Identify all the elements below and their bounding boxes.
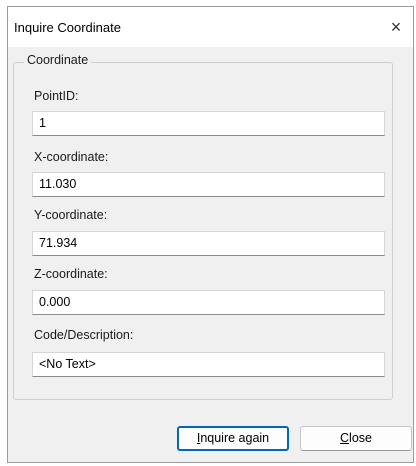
inquire-again-label: nquire again <box>200 431 270 445</box>
close-button[interactable]: Close <box>300 426 412 451</box>
code-description-label: Code/Description: <box>34 328 134 342</box>
y-coordinate-field[interactable]: 71.934 <box>32 231 385 256</box>
pointid-label: PointID: <box>34 89 79 103</box>
z-coordinate-label: Z-coordinate: <box>34 267 108 281</box>
window-title: Inquire Coordinate <box>14 20 121 35</box>
close-icon[interactable]: × <box>379 7 413 47</box>
x-coordinate-label: X-coordinate: <box>34 150 109 164</box>
inquire-again-button[interactable]: Inquire again <box>177 426 289 451</box>
x-coordinate-field[interactable]: 11.030 <box>32 172 385 197</box>
y-coordinate-label: Y-coordinate: <box>34 208 108 222</box>
close-label: lose <box>349 431 372 445</box>
z-coordinate-field[interactable]: 0.000 <box>32 290 385 315</box>
title-bar: Inquire Coordinate × <box>8 7 413 47</box>
group-title: Coordinate <box>24 53 92 67</box>
pointid-field[interactable]: 1 <box>32 111 385 136</box>
code-description-field[interactable]: <No Text> <box>32 352 385 377</box>
close-mnemonic: C <box>340 431 350 445</box>
